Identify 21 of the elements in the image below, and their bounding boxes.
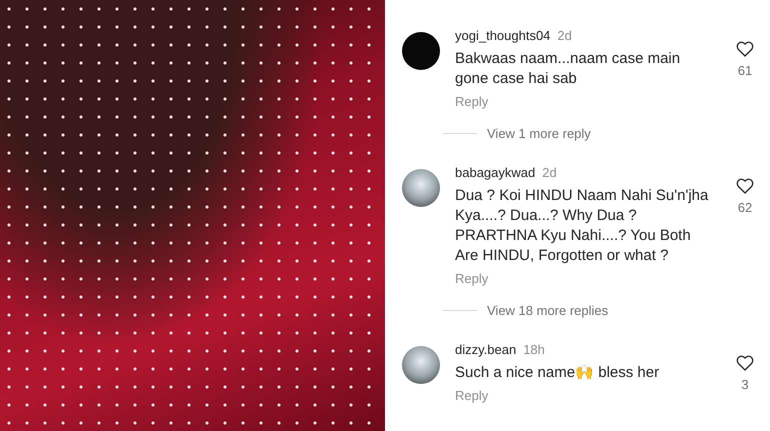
like-count: 62 [738,200,752,215]
heart-icon[interactable] [736,355,754,371]
reply-link[interactable]: Reply [455,93,715,111]
reply-link[interactable]: Reply [455,387,715,405]
view-replies-link[interactable]: View 18 more replies [487,302,608,318]
avatar[interactable] [402,32,440,70]
comment-text: Bakwaas naam...naam case main gone case hai sab [455,49,682,89]
username[interactable]: dizzy.bean [455,342,516,357]
heart-icon[interactable] [736,41,754,57]
comment-text: Such a nice name🙌 bless her [455,363,660,383]
view-replies-link[interactable]: View 1 more reply [487,126,591,140]
comment-time: 18h [523,342,545,357]
like-count: 61 [738,63,752,78]
username[interactable]: yogi_thoughts04 [455,28,550,43]
comment-text: Dua ? Koi HINDU Naam Nahi Su'n'jha Kya....? Dua...? Why Dua ? PRARTHNA Kyu Nahi....? You Both Are HINDU, Forgotten or what ? [455,186,710,266]
comment-time: 2d [542,165,557,180]
like-count: 3 [741,377,749,392]
username[interactable]: babagaykwad [455,165,536,180]
reply-link[interactable]: Reply [455,270,715,288]
comment-time: 2d [557,28,572,43]
heart-icon[interactable] [736,178,754,194]
